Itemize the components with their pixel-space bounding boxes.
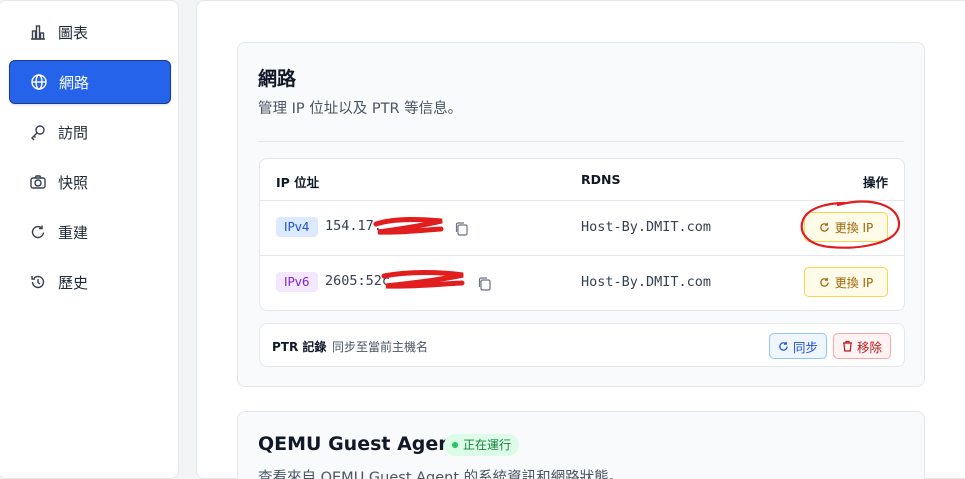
rdns-value: Host-By.DMIT.com xyxy=(581,219,712,235)
ip-address: 2605:52c xyxy=(325,273,391,289)
table-row: IPv4 154.17. Host-By.DMIT.com 更換 IP xyxy=(260,200,904,255)
ptr-record-bar: PTR 記錄 同步至當前主機名 同步 移除 xyxy=(259,323,905,367)
refresh-icon xyxy=(820,277,829,287)
column-header-ip: IP 位址 xyxy=(276,175,320,190)
sidebar-item-label: 圖表 xyxy=(58,23,89,42)
key-icon xyxy=(28,122,48,142)
copy-icon[interactable] xyxy=(455,221,468,236)
section-description: 管理 IP 位址以及 PTR 等信息。 xyxy=(258,101,463,117)
refresh-icon xyxy=(779,341,788,351)
bar-chart-icon xyxy=(28,22,48,42)
refresh-icon xyxy=(820,222,829,232)
ip-table: IP 位址 RDNS 操作 IPv4 154.17. Host-By.DMIT.… xyxy=(259,158,905,311)
agent-card: QEMU Guest Agent 正在運行 查看來自 QEMU Guest Ag… xyxy=(237,411,925,479)
trash-icon xyxy=(842,340,852,352)
sidebar-item-label: 訪問 xyxy=(58,123,89,142)
change-ip-button[interactable]: 更換 IP xyxy=(804,212,888,242)
section-description: 查看來自 QEMU Guest Agent 的系統資訊和網路狀態。 xyxy=(258,470,624,479)
sidebar-item-history[interactable]: 歷史 xyxy=(9,260,171,304)
sidebar-item-label: 快照 xyxy=(58,173,89,192)
divider xyxy=(258,141,904,142)
rotate-icon xyxy=(28,222,48,242)
section-title: 網路 xyxy=(258,68,297,90)
sidebar: 圖表 網路 訪問 快照 重建 歷史 xyxy=(0,0,179,479)
sidebar-item-snapshots[interactable]: 快照 xyxy=(9,160,171,204)
change-ip-button[interactable]: 更換 IP xyxy=(804,267,888,297)
sync-button[interactable]: 同步 xyxy=(769,333,827,359)
camera-icon xyxy=(28,172,48,192)
status-dot xyxy=(452,442,458,448)
sidebar-item-label: 重建 xyxy=(58,223,89,242)
network-card: 網路 管理 IP 位址以及 PTR 等信息。 IP 位址 RDNS 操作 IPv… xyxy=(237,42,925,387)
rdns-value: Host-By.DMIT.com xyxy=(581,274,712,290)
column-header-rdns: RDNS xyxy=(581,172,621,187)
history-icon xyxy=(28,272,48,292)
ptr-label: PTR 記錄 xyxy=(272,340,327,354)
remove-button[interactable]: 移除 xyxy=(833,333,891,359)
section-title: QEMU Guest Agent xyxy=(258,433,461,455)
sidebar-item-charts[interactable]: 圖表 xyxy=(9,10,171,54)
globe-icon xyxy=(29,72,49,92)
table-row: IPv6 2605:52c Host-By.DMIT.com 更換 IP xyxy=(260,255,904,310)
sidebar-item-network[interactable]: 網路 xyxy=(9,60,171,104)
column-header-action: 操作 xyxy=(862,175,888,190)
ip-address: 154.17. xyxy=(325,218,382,234)
sidebar-item-rebuild[interactable]: 重建 xyxy=(9,210,171,254)
sidebar-item-label: 歷史 xyxy=(58,273,89,292)
ip-type-badge: IPv4 xyxy=(276,217,318,237)
sidebar-item-label: 網路 xyxy=(59,73,90,92)
main-panel: 網路 管理 IP 位址以及 PTR 等信息。 IP 位址 RDNS 操作 IPv… xyxy=(196,0,965,479)
ip-type-badge: IPv6 xyxy=(276,272,318,292)
status-badge: 正在運行 xyxy=(444,434,520,456)
copy-icon[interactable] xyxy=(478,276,491,291)
sidebar-item-access[interactable]: 訪問 xyxy=(9,110,171,154)
ptr-hint: 同步至當前主機名 xyxy=(332,340,429,354)
